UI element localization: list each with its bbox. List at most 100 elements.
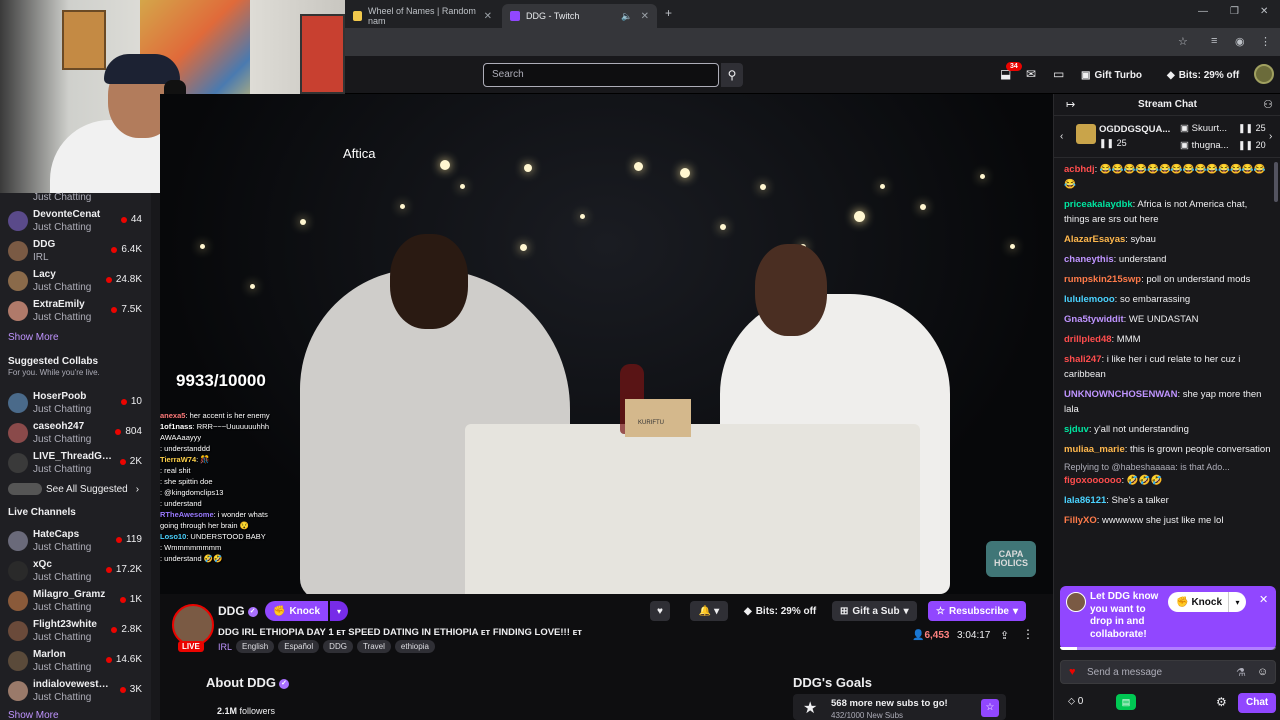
chat-send-button[interactable]: Chat	[1238, 693, 1277, 713]
menu-icon[interactable]: ⋮	[1260, 35, 1271, 48]
chat-username[interactable]: rumpskin215swp	[1064, 274, 1141, 285]
tag-pill[interactable]: ethiopia	[394, 640, 435, 653]
sidebar-channel[interactable]: Milagro_Gramz Just Chatting 1K	[0, 586, 160, 616]
chat-username[interactable]: Gna5tywiddit	[1064, 314, 1124, 325]
sidebar-channel[interactable]: xQc Just Chatting 17.2K	[0, 556, 160, 586]
points-reward-icon[interactable]: ▤	[1116, 694, 1136, 710]
chat-username[interactable]: chaneythis	[1064, 254, 1114, 265]
more-options-icon[interactable]: ⋮	[1022, 627, 1034, 641]
see-all-suggested-link[interactable]: See All Suggested ›	[8, 483, 139, 495]
chat-text: : real shit	[160, 466, 191, 475]
chat-username[interactable]: drillpled48	[1064, 334, 1112, 345]
sidebar-channel[interactable]: LIVE_ThreadGu... Just Chatting 2K	[0, 448, 160, 478]
tag-pill[interactable]: DDG	[323, 640, 353, 653]
sidebar-channel[interactable]: HoserPoob Just Chatting 10	[0, 388, 160, 418]
user-avatar[interactable]	[1254, 64, 1274, 84]
close-window-icon[interactable]: ✕	[1260, 6, 1268, 17]
chat-scrollbar[interactable]	[1274, 162, 1278, 202]
share-icon[interactable]: ⇪	[1000, 629, 1009, 642]
channel-points[interactable]: ⬦ 0	[1068, 696, 1083, 707]
city-light	[854, 211, 865, 222]
chat-username[interactable]: lululemooo	[1064, 294, 1115, 305]
channel-avatar[interactable]	[172, 604, 214, 646]
chevron-down-icon[interactable]: ▾	[330, 601, 348, 621]
chevron-down-icon[interactable]: ▾	[1228, 592, 1246, 612]
tag-pill[interactable]: Español	[278, 640, 320, 653]
category-link[interactable]: IRL	[218, 642, 232, 652]
close-tab-icon[interactable]: ✕	[484, 11, 492, 22]
chat-text: : Wmmmmmmmm	[160, 543, 222, 552]
chevron-right-icon[interactable]: ›	[1269, 131, 1272, 142]
chat-text: : understand	[160, 499, 202, 508]
knock-button[interactable]: ✊ Knock	[265, 601, 329, 621]
video-player[interactable]: KURIFTU Aftica 9933/10000 CAPA HOLICS an…	[160, 94, 1053, 594]
overlay-chat-line: 1of1nass: RRR~~~Uuuuuuuhhh	[160, 421, 315, 432]
chat-username[interactable]: figoxoooooo	[1064, 475, 1122, 486]
chat-username: Loso10	[160, 532, 187, 541]
gift-sub-button[interactable]: ⊞ Gift a Sub ▾	[832, 601, 917, 621]
sidebar-channel[interactable]: caseoh247 Just Chatting 804	[0, 418, 160, 448]
community-icon[interactable]: ⚇	[1263, 98, 1273, 111]
browser-tab[interactable]: Wheel of Names | Random nam ✕	[345, 4, 500, 28]
tag-pill[interactable]: English	[236, 640, 275, 653]
chat-username[interactable]: acbhdj	[1064, 164, 1095, 175]
show-more-link[interactable]: Show More	[8, 710, 59, 720]
overlay-chat: anexa5: her accent is her enemy 1of1nass:…	[160, 410, 315, 564]
profile-icon[interactable]: ◉	[1235, 35, 1245, 48]
star-icon[interactable]: ☆	[1178, 35, 1188, 48]
sidebar-channel[interactable]: Lacy Just Chatting 24.8K	[0, 266, 160, 296]
tag-pill[interactable]: Travel	[356, 640, 391, 653]
chat-username[interactable]: sjduv	[1064, 424, 1089, 435]
gifter-count: ❚❚ 25	[1238, 123, 1266, 133]
sidebar-channel[interactable]: DevonteCenat Just Chatting 44	[0, 206, 160, 236]
channel-name[interactable]: DDG ✓	[218, 604, 258, 618]
notification-bell-icon[interactable]: 🔔 ▾	[690, 601, 728, 621]
sidebar-channel[interactable]: indialovewestbr... Just Chatting 3K	[0, 676, 160, 706]
chat-username[interactable]: FillyXO	[1064, 515, 1097, 526]
gift-turbo-button[interactable]: ▣ Gift Turbo	[1081, 65, 1142, 85]
sidebar-channel[interactable]: HateCaps Just Chatting 119	[0, 526, 160, 556]
sidebar-channel[interactable]: DDG IRL 6.4K	[0, 236, 160, 266]
sidebar-scrollbar[interactable]	[151, 193, 160, 720]
emote-picker-icon[interactable]: ☺	[1257, 666, 1268, 678]
minimize-icon[interactable]: —	[1198, 6, 1208, 17]
sidebar-channel[interactable]: Flight23white Just Chatting 2.8K	[0, 616, 160, 646]
chat-username: 1of1nass	[160, 422, 193, 431]
sidebar-channel[interactable]: Marlon Just Chatting 14.6K	[0, 646, 160, 676]
knock-button[interactable]: ✊ Knock	[1168, 592, 1231, 612]
reply-indicator[interactable]: Replying to @habeshaaaaa: is that Ado...	[1064, 462, 1271, 472]
avatar	[8, 651, 28, 671]
whispers-icon[interactable]: ▭	[1053, 67, 1064, 81]
bits-offer-button[interactable]: ◆ Bits: 29% off	[736, 601, 824, 621]
chat-username[interactable]: shali247	[1064, 354, 1102, 365]
gear-icon[interactable]: ⚙	[1216, 695, 1227, 709]
close-icon[interactable]: ✕	[1259, 593, 1268, 606]
resubscribe-button[interactable]: ☆ Resubscribe ▾	[928, 601, 1027, 621]
sub-goal-card[interactable]: ★ 568 more new subs to go! 432/1000 New …	[793, 694, 1006, 720]
search-input[interactable]: Search	[483, 63, 719, 87]
chat-message: UNKNOWNCHOSENWAN: she yap more then lala	[1064, 387, 1271, 417]
subscribe-star-icon[interactable]: ☆	[981, 699, 999, 717]
media-icon[interactable]: ≡	[1211, 35, 1217, 47]
close-tab-icon[interactable]: ✕	[641, 11, 649, 22]
show-more-link[interactable]: Show More	[8, 332, 59, 343]
follow-heart-icon[interactable]: ♥	[650, 601, 670, 621]
browser-tab[interactable]: DDG - Twitch 🔈 ✕	[502, 4, 657, 28]
bits-icon[interactable]: ⚗	[1236, 666, 1246, 679]
maximize-icon[interactable]: ❐	[1230, 6, 1239, 17]
mail-icon[interactable]: ✉	[1026, 67, 1036, 81]
viewer-count: 119	[116, 534, 142, 545]
chat-username[interactable]: UNKNOWNCHOSENWAN	[1064, 389, 1177, 400]
chat-username[interactable]: lala86121	[1064, 495, 1106, 506]
chat-username[interactable]: AlazarEsayas	[1064, 234, 1125, 245]
channel-category: Just Chatting	[33, 662, 92, 673]
new-tab-button[interactable]: +	[665, 6, 672, 20]
chevron-left-icon[interactable]: ‹	[1060, 131, 1063, 142]
search-icon[interactable]: ⚲	[721, 63, 743, 87]
chat-input[interactable]: ♥ Send a message ⚗ ☺	[1060, 660, 1276, 684]
mute-icon[interactable]: 🔈	[621, 11, 632, 22]
bits-button[interactable]: ◆ Bits: 29% off	[1167, 65, 1239, 85]
sidebar-channel[interactable]: ExtraEmily Just Chatting 7.5K	[0, 296, 160, 326]
chat-username[interactable]: priceakalaydbk	[1064, 199, 1133, 210]
chat-username[interactable]: muliaa_marie	[1064, 444, 1125, 455]
